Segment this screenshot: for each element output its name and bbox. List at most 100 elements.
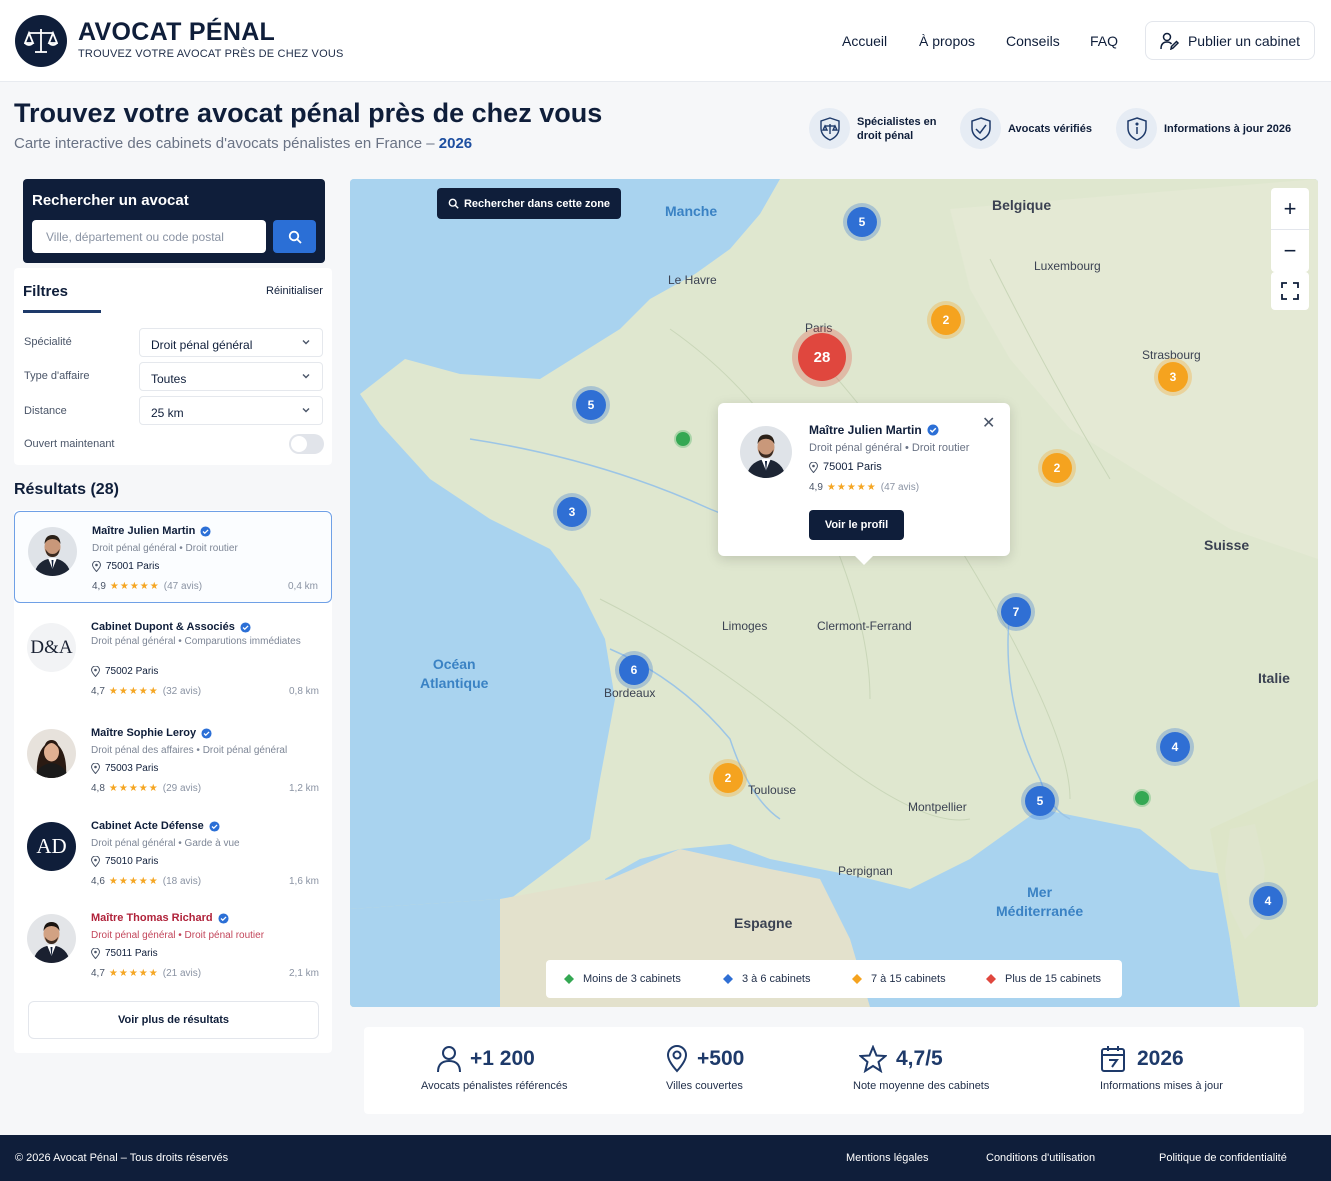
result-card[interactable]: Maître Sophie Leroy Droit pénal des affa… (14, 714, 332, 806)
zoom-in-button[interactable]: + (1271, 188, 1309, 230)
feature-up-to-date: Informations à jour 2026 (1116, 108, 1291, 149)
search-panel: Rechercher un avocat (23, 179, 325, 263)
open-now-toggle[interactable] (289, 434, 324, 454)
map-label-perpignan: Perpignan (838, 864, 893, 878)
result-address: 75003 Paris (105, 763, 159, 774)
avatar: D&A (27, 623, 76, 672)
stat-value-cities: +500 (697, 1047, 745, 1070)
map-cluster[interactable]: 5 (576, 390, 606, 420)
map-cluster[interactable]: 5 (1025, 786, 1055, 816)
search-zone-button[interactable]: Rechercher dans cette zone (437, 188, 621, 219)
map-cluster[interactable]: 3 (557, 497, 587, 527)
filters-title: Filtres (23, 283, 69, 300)
footer-link-conditions[interactable]: Conditions d'utilisation (986, 1152, 1095, 1164)
distance-label: Distance (24, 405, 67, 417)
result-distance: 1,2 km (288, 783, 319, 794)
type-affaire-value: Toutes (151, 372, 187, 386)
stats-bar: +1 200 Avocats pénalistes référencés +50… (364, 1027, 1304, 1114)
interactive-map[interactable]: Rechercher dans cette zone + − Manche Be… (350, 179, 1318, 1007)
legend-item-red: Plus de 15 cabinets (985, 973, 1101, 985)
popup-name: Maître Julien Martin (809, 423, 922, 437)
star-rating-icon: ★★★★★ (108, 876, 159, 887)
search-input[interactable] (32, 220, 266, 253)
stat-value-lawyers: +1 200 (470, 1047, 535, 1070)
result-card[interactable]: Maître Thomas Richard Droit pénal généra… (14, 899, 332, 991)
map-pin-icon (666, 1045, 688, 1073)
map-marker-single[interactable] (676, 432, 690, 446)
fullscreen-button[interactable] (1271, 272, 1309, 310)
avatar (27, 914, 76, 963)
map-popup: Maître Julien Martin Droit pénal général… (718, 403, 1010, 565)
specialite-value: Droit pénal général (151, 338, 253, 352)
publish-label: Publier un cabinet (1187, 32, 1301, 49)
site-footer: © 2026 Avocat Pénal – Tous droits réserv… (0, 1135, 1331, 1181)
nav-faq[interactable]: FAQ (1090, 33, 1118, 49)
filters-panel: Filtres Réinitialiser Spécialité Droit p… (14, 268, 332, 465)
search-icon (288, 230, 302, 244)
feature-up-to-date-label: Informations à jour 2026 (1164, 122, 1292, 135)
map-cluster[interactable]: 2 (713, 763, 743, 793)
footer-link-privacy[interactable]: Politique de confidentialité (1159, 1152, 1287, 1164)
location-pin-icon (809, 461, 818, 473)
user-edit-icon (1160, 32, 1180, 50)
more-results-button[interactable]: Voir plus de résultats (28, 1001, 319, 1039)
result-card[interactable]: Maître Julien Martin Droit pénal général… (14, 511, 332, 603)
view-profile-button[interactable]: Voir le profil (809, 510, 904, 540)
specialite-select[interactable]: Droit pénal général (139, 328, 323, 357)
brand-name[interactable]: AVOCAT PÉNAL (78, 18, 275, 47)
result-reviews: (47 avis) (163, 581, 203, 592)
map-label-belgique: Belgique (992, 197, 1052, 213)
result-card[interactable]: D&A Cabinet Dupont & Associés Droit péna… (14, 608, 332, 700)
map-cluster[interactable]: 2 (1042, 453, 1072, 483)
result-rating: 4,7 (91, 686, 105, 697)
map-cluster[interactable]: 5 (847, 207, 877, 237)
map-cluster[interactable]: 3 (1158, 362, 1188, 392)
calendar-icon (1101, 1046, 1125, 1072)
zoom-out-button[interactable]: − (1271, 230, 1309, 272)
nav-conseils[interactable]: Conseils (1006, 33, 1060, 49)
nav-accueil[interactable]: Accueil (842, 33, 887, 49)
verified-badge-icon (218, 912, 229, 924)
map-label-suisse: Suisse (1204, 537, 1250, 553)
map-marker-single[interactable] (1135, 791, 1149, 805)
map-cluster[interactable]: 4 (1253, 886, 1283, 916)
fullscreen-icon (1281, 282, 1299, 300)
legend-item-green: Moins de 3 cabinets (563, 973, 681, 985)
shield-scale-icon (809, 108, 850, 149)
feature-specialists-line1: Spécialistes en (857, 115, 937, 128)
avatar (740, 426, 792, 478)
verified-badge-icon (927, 424, 939, 436)
scales-logo-icon[interactable] (15, 15, 67, 67)
map-cluster[interactable]: 4 (1160, 732, 1190, 762)
nav-a-propos[interactable]: À propos (919, 33, 975, 49)
close-icon[interactable]: ✕ (982, 413, 995, 433)
search-button[interactable] (273, 220, 316, 253)
map-cluster[interactable]: 6 (619, 655, 649, 685)
result-address: 75011 Paris (105, 948, 158, 959)
info-shield-icon (1116, 108, 1157, 149)
distance-select[interactable]: 25 km (139, 396, 323, 425)
result-name: Cabinet Dupont & Associés (91, 621, 235, 633)
location-pin-icon (91, 948, 100, 959)
map-cluster[interactable]: 2 (931, 305, 961, 335)
stat-label-lawyers: Avocats pénalistes référencés (421, 1080, 568, 1092)
result-specialties: Droit pénal général • Comparutions imméd… (91, 636, 301, 647)
stat-label-rating: Note moyenne des cabinets (853, 1080, 990, 1092)
type-affaire-select[interactable]: Toutes (139, 362, 323, 391)
footer-link-mentions[interactable]: Mentions légales (846, 1152, 929, 1164)
map-label-espagne: Espagne (734, 915, 793, 931)
result-specialties: Droit pénal des affaires • Droit pénal g… (91, 745, 288, 756)
result-address: 75001 Paris (106, 561, 160, 572)
map-cluster[interactable]: 7 (1001, 597, 1031, 627)
map-terrain (350, 179, 1318, 1007)
avatar: AD (27, 822, 76, 871)
site-header: AVOCAT PÉNAL TROUVEZ VOTRE AVOCAT PRÈS D… (0, 0, 1331, 82)
zoom-controls: + − (1271, 188, 1309, 272)
result-card[interactable]: AD Cabinet Acte Défense Droit pénal géné… (14, 807, 332, 899)
reset-filters-link[interactable]: Réinitialiser (266, 285, 323, 297)
result-specialties: Droit pénal général • Droit pénal routie… (91, 930, 265, 941)
map-cluster[interactable]: 28 (798, 333, 846, 381)
result-distance: 2,1 km (288, 968, 319, 979)
popup-specialties: Droit pénal général • Droit routier (809, 442, 970, 454)
publish-cabinet-button[interactable]: Publier un cabinet (1145, 21, 1315, 60)
